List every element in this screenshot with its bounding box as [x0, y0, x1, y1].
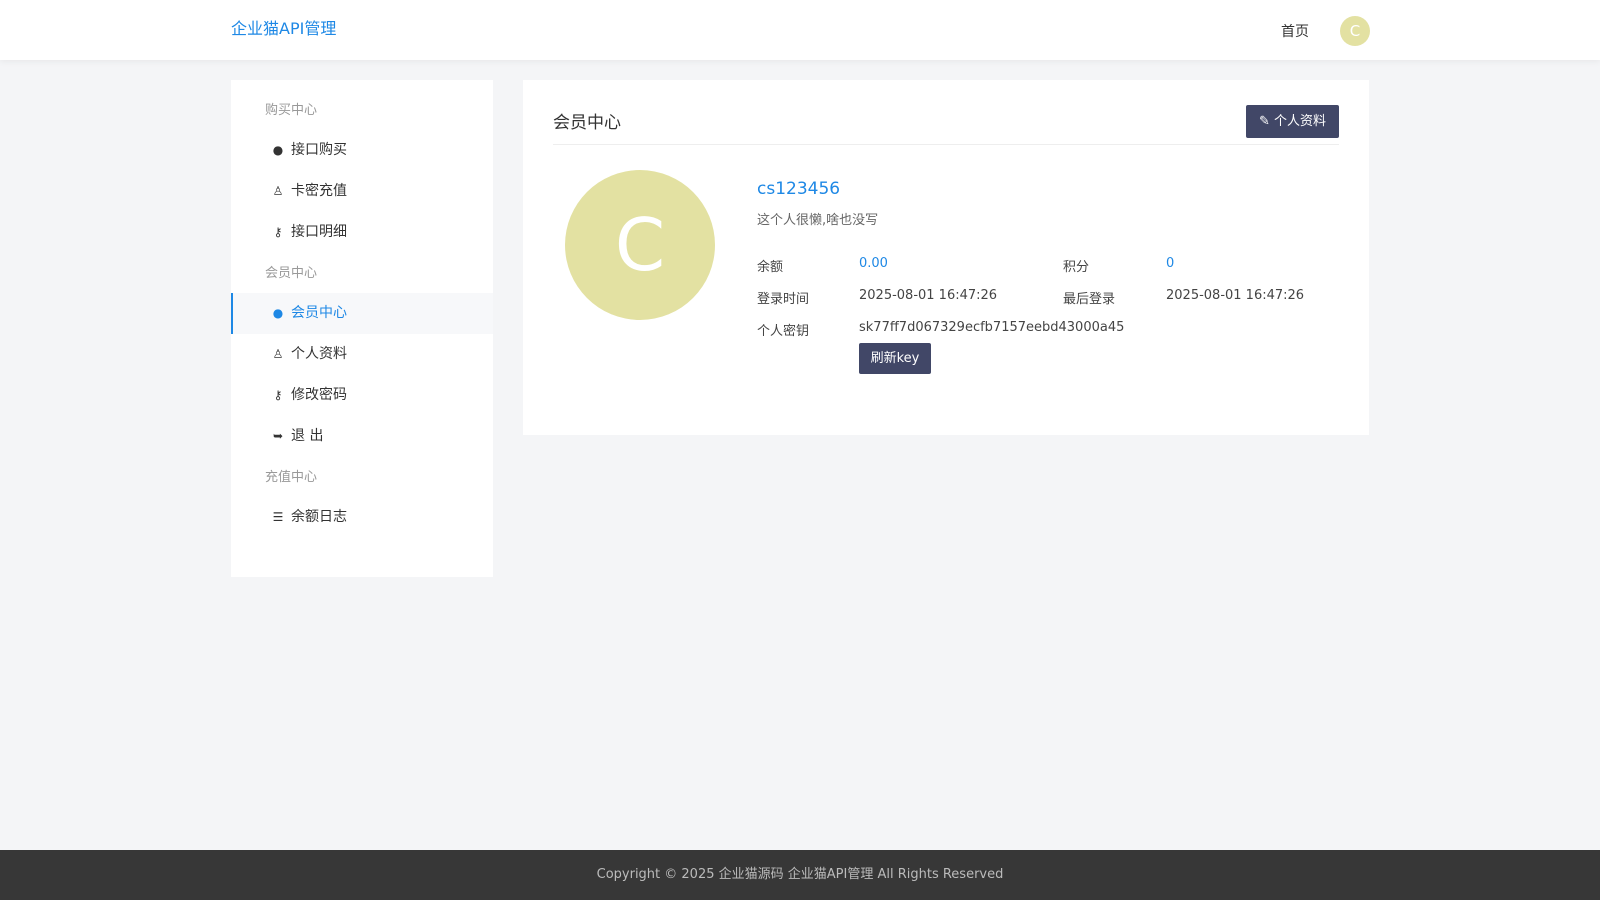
sidebar-item-label: 个人资料	[291, 346, 347, 362]
sidebar-item-balance-log[interactable]: ☰ 余额日志	[231, 497, 493, 538]
profile-avatar: C	[565, 170, 715, 320]
footer: Copyright © 2025 企业猫源码 企业猫API管理 All Righ…	[0, 850, 1600, 900]
sign-out-icon: ➥	[272, 429, 284, 443]
user-avatar[interactable]: C	[1340, 16, 1370, 46]
user-circle-icon: ●	[272, 306, 284, 320]
points-value: 0	[1166, 256, 1175, 271]
user-outline-icon: ♙	[272, 184, 284, 198]
api-key-value: sk77ff7d067329ecfb7157eebd43000a45	[859, 320, 1125, 335]
sidebar-section-title: 购买中心	[265, 103, 318, 118]
page-title: 会员中心	[553, 113, 621, 133]
sidebar-item-label: 修改密码	[291, 387, 347, 403]
sidebar-item-api-purchase[interactable]: ● 接口购买	[231, 130, 493, 171]
nav-home-link[interactable]: 首页	[1281, 21, 1309, 41]
sidebar-item-label: 接口明细	[291, 224, 347, 240]
sidebar-section-title: 充值中心	[265, 470, 318, 485]
sidebar-item-label: 退 出	[291, 428, 324, 444]
login-time-label: 登录时间	[757, 292, 810, 307]
member-center-panel: 会员中心 ✎ 个人资料 C cs123456 这个人很懒,啥也没写 余额 0.0…	[523, 80, 1369, 435]
last-login-label: 最后登录	[1063, 292, 1116, 307]
points-label: 积分	[1063, 260, 1090, 275]
user-circle-icon: ●	[272, 143, 284, 157]
login-time-value: 2025-08-01 16:47:26	[859, 288, 998, 303]
last-login-value: 2025-08-01 16:47:26	[1166, 288, 1305, 303]
sidebar-section-title: 会员中心	[265, 266, 318, 281]
sidebar-item-label: 卡密充值	[291, 183, 347, 199]
sidebar-item-card-recharge[interactable]: ♙ 卡密充值	[231, 171, 493, 212]
sidebar-item-label: 会员中心	[291, 305, 347, 321]
api-key-label: 个人密钥	[757, 324, 810, 339]
sidebar-item-logout[interactable]: ➥ 退 出	[231, 416, 493, 457]
pencil-icon: ✎	[1258, 114, 1270, 129]
user-outline-icon: ♙	[272, 347, 284, 361]
edit-profile-button[interactable]: ✎ 个人资料	[1246, 105, 1339, 138]
sidebar-item-profile[interactable]: ♙ 个人资料	[231, 334, 493, 375]
sidebar-item-label: 余额日志	[291, 509, 347, 525]
key-icon: ⚷	[273, 225, 283, 239]
username: cs123456	[757, 179, 841, 199]
button-label: 个人资料	[1274, 114, 1327, 129]
sidebar-item-change-password[interactable]: ⚷ 修改密码	[231, 375, 493, 416]
top-header: 企业猫API管理 首页 C	[0, 0, 1600, 60]
divider	[553, 144, 1339, 145]
refresh-key-button[interactable]: 刷新key	[859, 343, 931, 374]
key-icon: ⚷	[273, 388, 283, 402]
sidebar-item-label: 接口购买	[291, 142, 347, 158]
balance-label: 余额	[757, 260, 784, 275]
site-logo[interactable]: 企业猫API管理	[231, 15, 336, 39]
sidebar: 购买中心 ● 接口购买 ♙ 卡密充值 ⚷ 接口明细 会员中心 ● 会员中心 ♙ 个人资料 …	[231, 80, 493, 577]
sidebar-item-member-center[interactable]: ● 会员中心	[231, 293, 493, 334]
balance-value: 0.00	[859, 256, 888, 271]
sidebar-item-api-details[interactable]: ⚷ 接口明细	[231, 212, 493, 253]
user-bio: 这个人很懒,啥也没写	[757, 213, 879, 228]
list-icon: ☰	[272, 510, 284, 524]
